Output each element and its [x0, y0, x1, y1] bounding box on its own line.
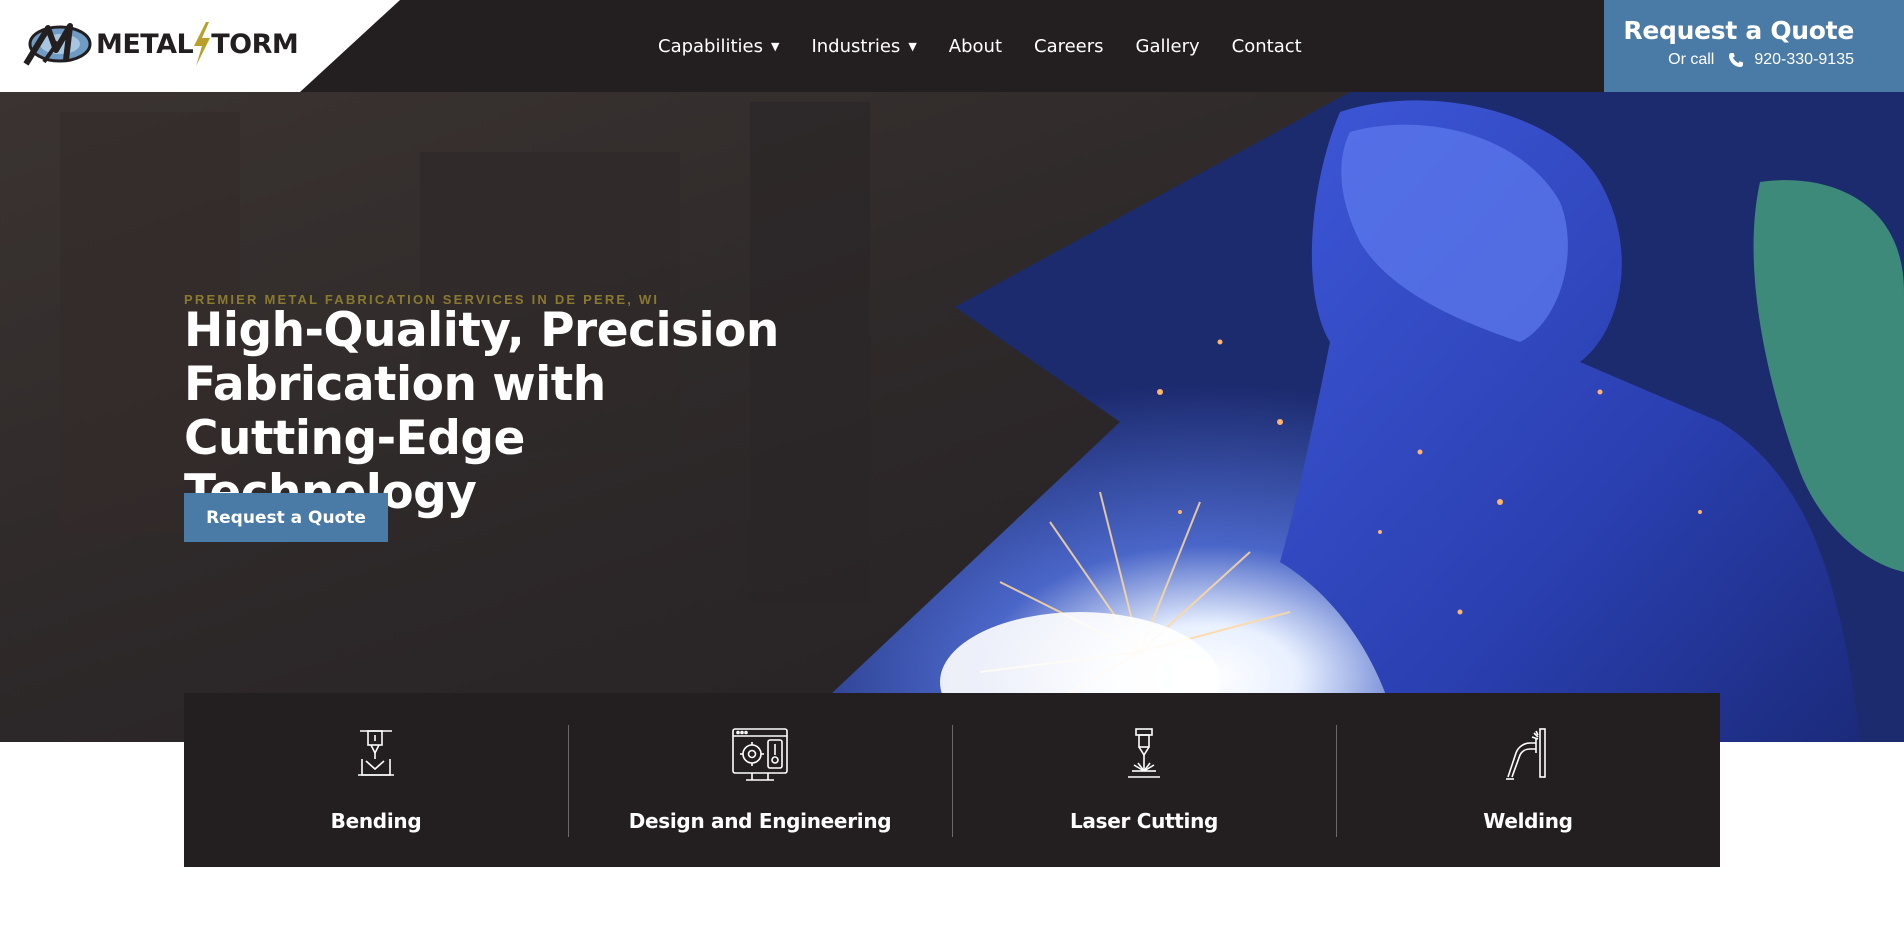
nav-item-careers[interactable]: Careers — [1034, 36, 1104, 57]
nav-label: Gallery — [1135, 35, 1200, 57]
nav-label: Contact — [1231, 35, 1302, 57]
phone-number: 920-330-9135 — [1754, 51, 1854, 68]
nav-label: Careers — [1034, 35, 1104, 57]
service-label: Laser Cutting — [1069, 809, 1219, 833]
site-header: METAL TORM Capabilities ▼ Industries ▼ A… — [0, 0, 1904, 92]
nav-label: Capabilities — [658, 35, 763, 57]
nav-item-gallery[interactable]: Gallery — [1136, 36, 1200, 57]
bending-press-icon — [358, 730, 394, 776]
site-logo[interactable]: METAL TORM — [22, 20, 299, 68]
nav-label: Industries — [811, 35, 901, 57]
lightning-bolt-icon — [194, 22, 211, 66]
hero-section: PREMIER METAL FABRICATION SERVICES IN DE… — [0, 92, 1904, 742]
logo-wordmark: METAL TORM — [96, 22, 299, 66]
header-quote-button[interactable]: Request a Quote Or call 920-330-9135 — [1604, 0, 1904, 92]
logo-word-metal: METAL — [96, 28, 194, 60]
service-label: Bending — [330, 809, 422, 833]
services-bar: Bending Design and Engineering Laser Cut… — [184, 693, 1720, 867]
service-bending[interactable]: Bending — [184, 693, 568, 867]
hero-headline: High-Quality, Precision Fabrication with… — [184, 303, 779, 520]
logo-word-torm: TORM — [211, 28, 299, 60]
logo-panel: METAL TORM — [0, 0, 400, 92]
nav-label: About — [948, 35, 1002, 57]
header-quote-title: Request a Quote — [1623, 16, 1854, 45]
service-label: Design and Engineering — [628, 809, 892, 833]
or-call-label: Or call — [1668, 51, 1715, 68]
service-laser-cutting[interactable]: Laser Cutting — [952, 693, 1336, 867]
service-welding[interactable]: Welding — [1336, 693, 1720, 867]
nav-item-about[interactable]: About — [949, 36, 1002, 57]
main-nav: Capabilities ▼ Industries ▼ About Career… — [658, 0, 1334, 92]
nav-item-contact[interactable]: Contact — [1232, 36, 1302, 57]
nav-item-capabilities[interactable]: Capabilities ▼ — [658, 36, 779, 57]
metalstorm-logo-icon — [23, 23, 92, 66]
caret-down-icon: ▼ — [908, 39, 917, 53]
hero-quote-button[interactable]: Request a Quote — [184, 493, 388, 542]
header-phone-line[interactable]: Or call 920-330-9135 — [1604, 51, 1854, 69]
phone-icon — [1729, 53, 1744, 67]
service-label: Welding — [1483, 809, 1573, 833]
laser-cutter-icon — [1128, 728, 1160, 778]
cad-monitor-icon — [732, 728, 788, 781]
nav-item-industries[interactable]: Industries ▼ — [811, 36, 916, 57]
welding-torch-icon — [1506, 728, 1546, 780]
service-design-engineering[interactable]: Design and Engineering — [568, 693, 952, 867]
caret-down-icon: ▼ — [771, 39, 780, 53]
